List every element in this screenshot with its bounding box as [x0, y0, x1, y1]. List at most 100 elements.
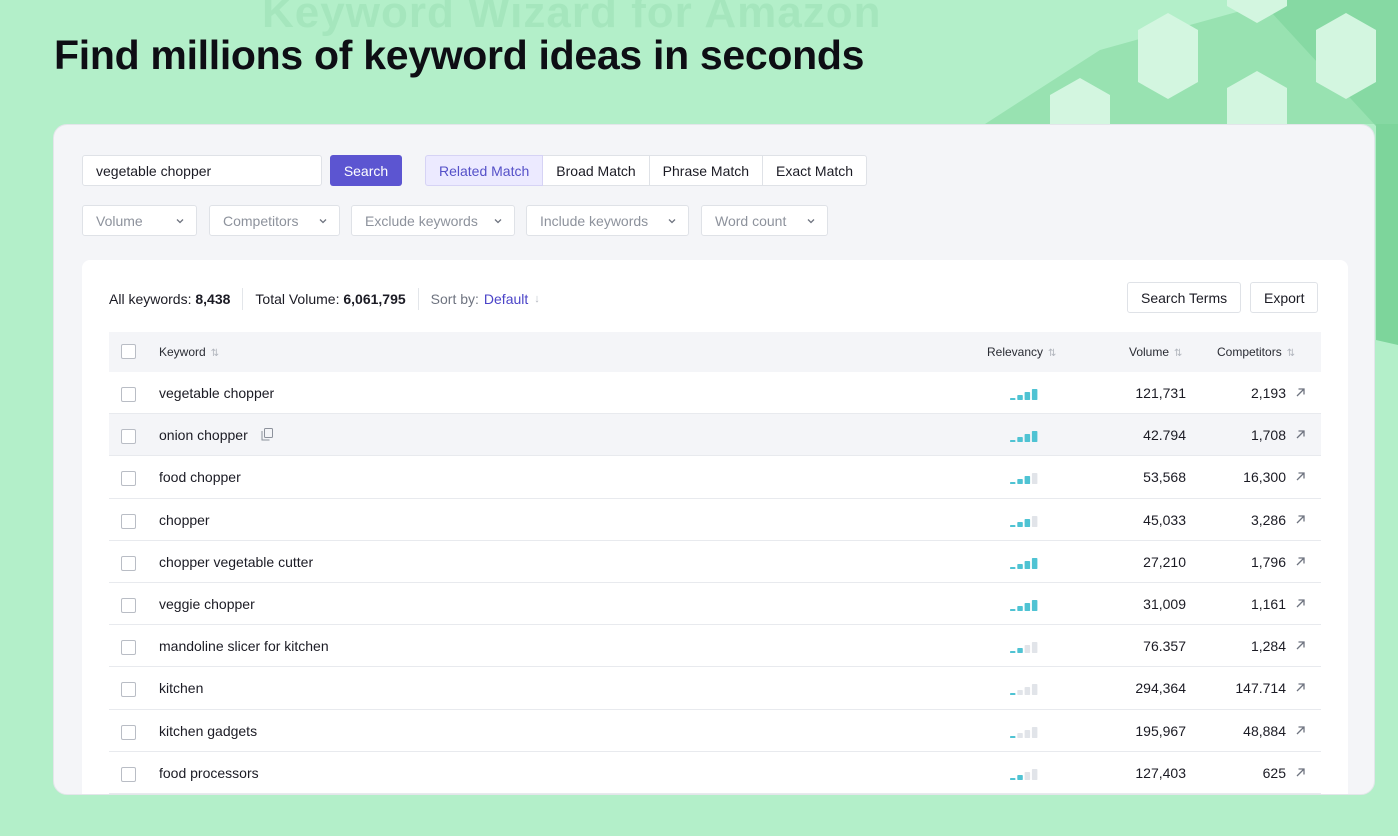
copy-icon[interactable] — [261, 428, 273, 441]
select-all-checkbox[interactable] — [121, 344, 136, 359]
relevancy-bar — [1017, 479, 1023, 485]
relevancy-bar — [1031, 684, 1038, 696]
sort-icon: ⇅ — [1048, 348, 1057, 359]
filter-exclude-keywords-dropdown[interactable]: Exclude keywords — [351, 205, 515, 236]
match-type-tabs: Related Match Broad Match Phrase Match E… — [425, 155, 868, 186]
external-link-icon[interactable] — [1295, 725, 1306, 736]
external-link-icon[interactable] — [1295, 598, 1306, 609]
search-terms-button[interactable]: Search Terms — [1127, 282, 1242, 313]
relevancy-bar — [1031, 431, 1038, 443]
competitors-cell: 1,284 — [1250, 638, 1286, 655]
competitors-cell: 2,193 — [1250, 385, 1286, 401]
competitors-cell: 3,286 — [1250, 511, 1286, 528]
table-row[interactable]: food processors 127,403 625 — [109, 752, 1321, 794]
table-row[interactable]: chopper vegetable cutter 27,210 1,796 — [109, 541, 1321, 583]
table-row[interactable]: kitchen 294,364 147.714 — [109, 667, 1321, 710]
relevancy-bar — [1017, 563, 1023, 569]
external-link-icon[interactable] — [1295, 556, 1306, 567]
competitors-cell: 147.714 — [1235, 680, 1286, 697]
relevancy-bar — [1024, 687, 1031, 696]
filter-competitors-dropdown[interactable]: Competitors — [209, 205, 340, 236]
competitors-cell: 48,884 — [1243, 722, 1286, 739]
external-link-icon[interactable] — [1295, 471, 1306, 482]
column-volume-header[interactable]: Volume ⇅ — [1129, 345, 1182, 359]
relevancy-bar — [1017, 395, 1023, 400]
row-checkbox[interactable] — [121, 640, 136, 656]
filter-volume-dropdown[interactable]: Volume — [82, 205, 197, 236]
external-link-icon[interactable] — [1295, 514, 1306, 525]
relevancy-bar — [1010, 398, 1016, 400]
keyword-tool-card: Search Related Match Broad Match Phrase … — [53, 124, 1375, 795]
keyword-cell: vegetable chopper — [159, 385, 275, 401]
relevancy-bar — [1010, 693, 1016, 696]
column-relevancy-header[interactable]: Relevancy ⇅ — [987, 345, 1056, 359]
chevron-down-icon — [807, 218, 815, 223]
filter-word-count-dropdown[interactable]: Word count — [701, 205, 828, 236]
filter-include-keywords-dropdown[interactable]: Include keywords — [526, 205, 689, 236]
competitors-cell: 16,300 — [1243, 469, 1286, 486]
keyword-search-input[interactable] — [82, 155, 322, 186]
tab-broad-match[interactable]: Broad Match — [542, 155, 650, 186]
table-row[interactable]: kitchen gadgets 195,967 48,884 — [109, 710, 1321, 752]
row-checkbox[interactable] — [121, 429, 136, 445]
relevancy-bar — [1024, 729, 1031, 738]
sort-dropdown[interactable]: Default — [484, 291, 528, 307]
external-link-icon[interactable] — [1295, 682, 1306, 693]
relevancy-indicator — [1010, 389, 1038, 400]
volume-cell: 45,033 — [1143, 511, 1186, 528]
external-link-icon[interactable] — [1295, 387, 1306, 398]
relevancy-bar — [1010, 482, 1016, 485]
volume-cell: 31,009 — [1143, 595, 1186, 612]
row-checkbox[interactable] — [121, 766, 136, 782]
table-row[interactable]: food chopper 53,568 16,300 — [109, 456, 1321, 499]
table-row[interactable]: chopper 45,033 3,286 — [109, 499, 1321, 541]
relevancy-indicator — [1010, 473, 1038, 485]
row-checkbox[interactable] — [121, 387, 136, 402]
table-row[interactable]: vegetable chopper 121,731 2,193 — [109, 372, 1321, 415]
row-checkbox[interactable] — [121, 471, 136, 487]
table-row[interactable]: onion chopper 42.794 1,708 — [109, 414, 1321, 457]
relevancy-bar — [1024, 392, 1031, 400]
export-button[interactable]: Export — [1250, 282, 1319, 313]
competitors-cell: 1,708 — [1250, 427, 1286, 444]
row-checkbox[interactable] — [121, 513, 136, 529]
table-row[interactable]: mandoline slicer for kitchen 76.357 1,284 — [109, 625, 1321, 668]
relevancy-bar — [1024, 645, 1031, 654]
keyword-cell: mandoline slicer for kitchen — [159, 638, 329, 655]
column-label: Volume — [1129, 345, 1170, 359]
relevancy-bar — [1010, 440, 1016, 443]
results-stats: All keywords: 8,438 Total Volume: 6,061,… — [109, 288, 540, 310]
tab-exact-match[interactable]: Exact Match — [762, 155, 868, 186]
column-competitors-header[interactable]: Competitors ⇅ — [1217, 345, 1295, 359]
total-volume-value: 6,061,795 — [343, 291, 406, 307]
row-checkbox[interactable] — [121, 555, 136, 571]
column-keyword-header[interactable]: Keyword ⇅ — [159, 345, 219, 359]
search-button[interactable]: Search — [330, 155, 402, 186]
relevancy-bar — [1010, 651, 1016, 654]
relevancy-indicator — [1010, 642, 1038, 654]
column-label: Competitors — [1217, 345, 1282, 359]
relevancy-indicator — [1010, 557, 1038, 569]
external-link-icon[interactable] — [1295, 767, 1306, 778]
keyword-cell: kitchen gadgets — [159, 722, 258, 739]
relevancy-bar — [1017, 732, 1023, 738]
row-checkbox[interactable] — [121, 682, 136, 698]
external-link-icon[interactable] — [1295, 640, 1306, 651]
relevancy-indicator — [1010, 684, 1038, 696]
external-link-icon[interactable] — [1295, 429, 1306, 440]
table-row[interactable]: veggie chopper 31,009 1,161 — [109, 583, 1321, 626]
tab-phrase-match[interactable]: Phrase Match — [648, 155, 764, 186]
relevancy-indicator — [1010, 515, 1038, 527]
arrow-down-icon: ↓ — [534, 293, 540, 305]
sort-icon: ⇅ — [1286, 348, 1296, 359]
keyword-table-body: vegetable chopper 121,731 2,193 onion chopp… — [109, 372, 1321, 794]
tab-related-match[interactable]: Related Match — [425, 155, 544, 186]
chevron-down-icon — [668, 218, 676, 223]
relevancy-bar — [1017, 690, 1023, 696]
row-checkbox[interactable] — [121, 724, 136, 740]
filter-label: Competitors — [223, 212, 299, 229]
relevancy-bar — [1031, 389, 1038, 400]
filter-label: Volume — [96, 212, 143, 229]
relevancy-bar — [1024, 476, 1031, 485]
row-checkbox[interactable] — [121, 597, 136, 613]
